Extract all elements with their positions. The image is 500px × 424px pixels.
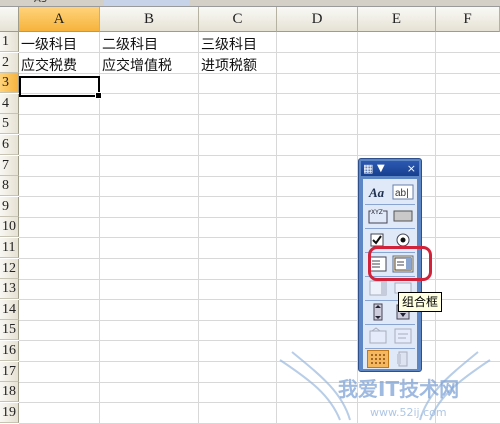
svg-text:www.52ij.com: www.52ij.com <box>370 406 447 419</box>
row-gridline <box>19 134 500 136</box>
column-header-e[interactable]: E <box>358 7 436 32</box>
cell-a2[interactable]: 应交税费 <box>19 56 77 76</box>
fill-handle[interactable] <box>95 92 102 99</box>
row-header-19[interactable]: 19 <box>0 402 19 423</box>
row-header-6[interactable]: 6 <box>0 135 19 155</box>
row-gridline <box>19 319 500 321</box>
row-header-4[interactable]: 4 <box>0 93 19 114</box>
name-box[interactable]: A3 <box>34 0 47 5</box>
row-header-13[interactable]: 13 <box>0 279 19 300</box>
row-header-3[interactable]: 3 <box>0 73 19 94</box>
group-box-tool-icon[interactable]: XYZ <box>367 207 389 225</box>
row-gridline <box>19 237 500 239</box>
row-header-7[interactable]: 7 <box>0 155 19 176</box>
window-icon: ▦ <box>363 162 374 175</box>
row-gridline <box>19 52 500 53</box>
scroll-bar-tool-icon[interactable] <box>367 303 389 321</box>
row-gridline <box>19 155 500 156</box>
cell-c2[interactable]: 进项税额 <box>199 56 257 76</box>
cell-b1[interactable]: 二级科目 <box>100 35 158 55</box>
row-header-11[interactable]: 11 <box>0 238 19 258</box>
svg-text:我爱IT技术网: 我爱IT技术网 <box>338 377 459 401</box>
column-header-b[interactable]: B <box>100 7 199 32</box>
site-watermark: 我爱IT技术网 www.52ij.com <box>279 351 491 421</box>
column-header-a[interactable]: A <box>19 7 100 32</box>
active-cell-a3[interactable] <box>19 76 102 99</box>
svg-text:Aa: Aa <box>368 185 385 200</box>
row-gridline <box>19 72 500 74</box>
chevron-down-icon[interactable]: ▼ <box>377 161 385 176</box>
column-header-f[interactable]: F <box>436 7 500 32</box>
tooltip: 组合框 <box>398 292 443 312</box>
row-gridline <box>19 216 500 218</box>
edit-box-tool-icon[interactable]: ab| <box>392 183 414 201</box>
row-header-2[interactable]: 2 <box>0 52 19 73</box>
row-header-16[interactable]: 16 <box>0 341 19 361</box>
row-header-18[interactable]: 18 <box>0 382 19 403</box>
row-header-8[interactable]: 8 <box>0 176 19 197</box>
formula-bar-region <box>104 0 190 6</box>
select-all-corner[interactable] <box>0 7 19 32</box>
cell-a1[interactable]: 一级科目 <box>19 35 77 55</box>
close-icon[interactable]: × <box>407 161 416 176</box>
row-gridline <box>19 175 500 177</box>
svg-text:ab|: ab| <box>395 188 409 199</box>
row-header-1[interactable]: 1 <box>0 32 19 52</box>
column-header-d[interactable]: D <box>277 7 358 32</box>
row-header-10[interactable]: 10 <box>0 217 19 238</box>
combo-list-edit-tool-icon[interactable] <box>367 279 389 297</box>
button-tool-icon[interactable] <box>392 207 414 225</box>
row-gridline <box>19 196 500 198</box>
row-header-12[interactable]: 12 <box>0 258 19 279</box>
row-header-17[interactable]: 17 <box>0 361 19 382</box>
column-gridline <box>198 32 199 424</box>
cell-c1[interactable]: 三级科目 <box>199 35 257 55</box>
svg-text:XYZ: XYZ <box>371 209 383 216</box>
column-header-c[interactable]: C <box>199 7 277 32</box>
row-header-9[interactable]: 9 <box>0 196 19 217</box>
formula-bar-strip: A3 <box>0 0 500 7</box>
row-gridline <box>19 113 500 115</box>
label-tool-icon[interactable]: Aa <box>367 183 389 201</box>
combo-box-highlight <box>368 246 432 281</box>
toolbox-titlebar[interactable]: ▦ ▼ × <box>361 161 419 176</box>
row-header-5[interactable]: 5 <box>0 114 19 135</box>
row-header-15[interactable]: 15 <box>0 320 19 341</box>
cell-b2[interactable]: 应交增值税 <box>100 56 172 76</box>
row-header-14[interactable]: 14 <box>0 299 19 320</box>
